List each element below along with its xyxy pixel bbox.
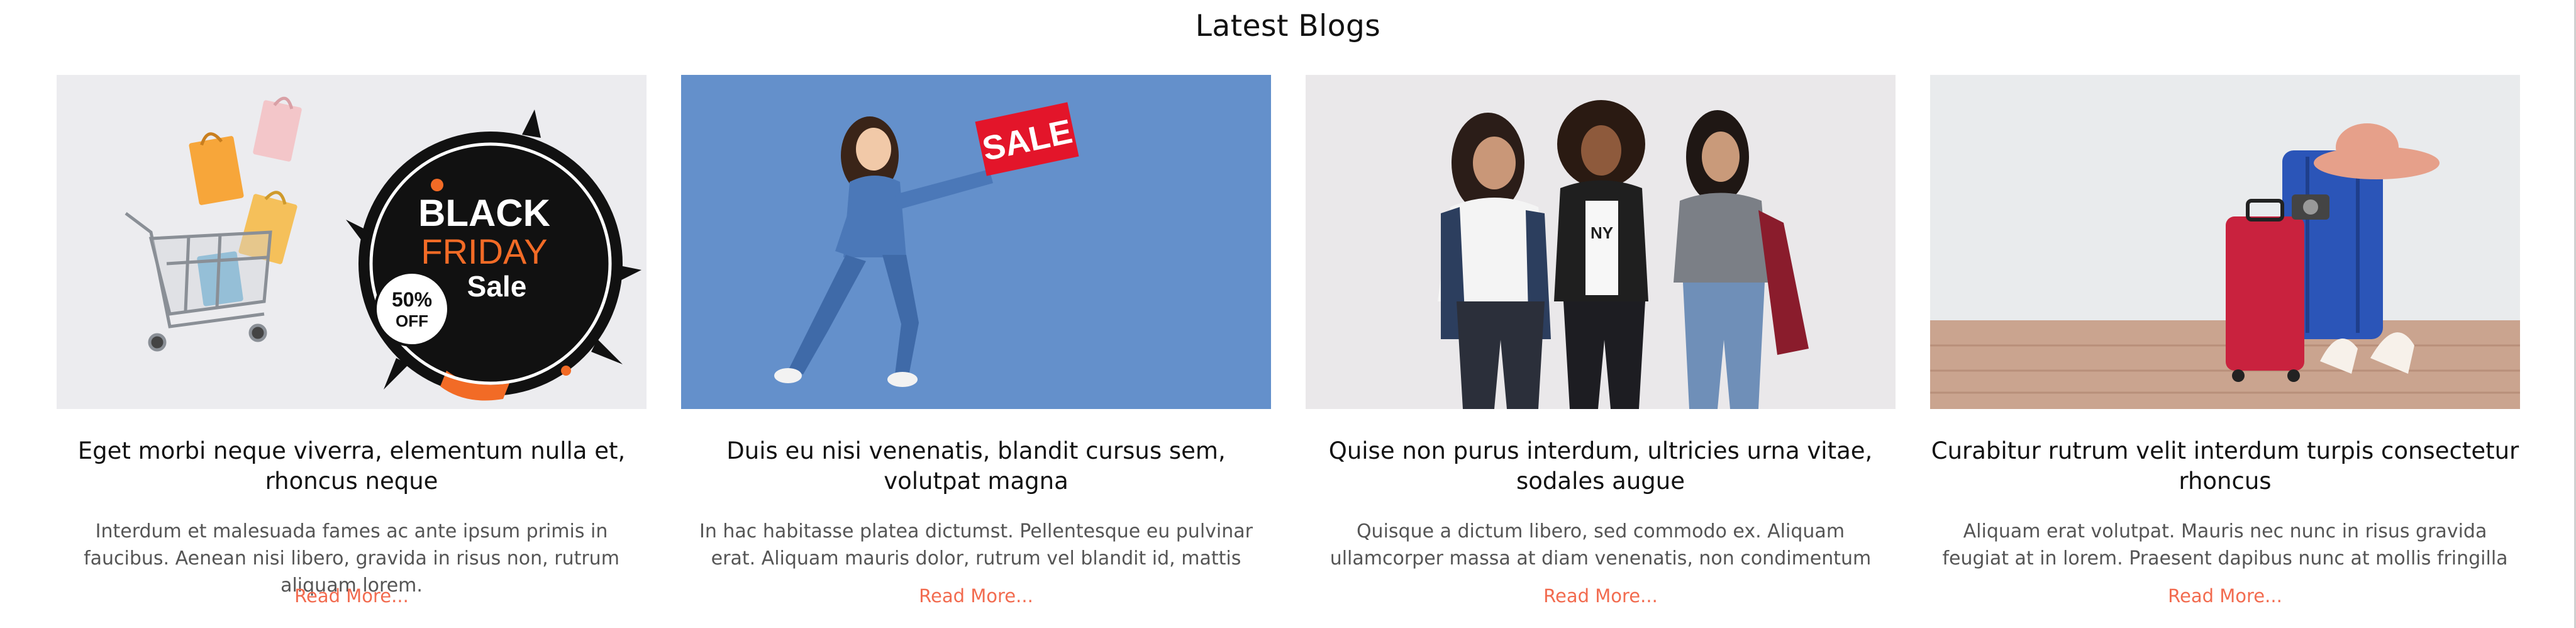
blog-card: BLACK FRIDAY Sale 50% OFF Eget morbi neq… [57,75,647,622]
read-more-link[interactable]: Read More... [681,583,1271,608]
read-more-link[interactable]: Read More... [1306,583,1896,608]
section-title: Latest Blogs [1195,9,1381,43]
read-more-link[interactable]: Read More... [57,583,647,608]
blog-title[interactable]: Quise non purus interdum, ultricies urna… [1306,436,1896,496]
svg-text:BLACK: BLACK [418,192,550,234]
blog-title[interactable]: Curabitur rutrum velit interdum turpis c… [1930,436,2520,496]
blog-section: Latest Blogs BLACK FRIDAY Sale 50% OFF E… [0,0,2576,628]
blog-card: NY Quise non purus interdum, ultricies u… [1306,75,1896,622]
blog-excerpt: Aliquam erat volutpat. Mauris nec nunc i… [1942,520,2508,569]
read-more-link[interactable]: Read More... [1930,583,2520,608]
svg-text:FRIDAY: FRIDAY [421,232,547,271]
blog-excerpt: In hac habitasse platea dictumst. Pellen… [699,520,1253,569]
blog-title[interactable]: Eget morbi neque viverra, elementum null… [57,436,647,496]
blog-thumbnail[interactable] [1930,75,2520,409]
svg-text:Sale: Sale [467,270,527,303]
blog-card: Curabitur rutrum velit interdum turpis c… [1930,75,2520,622]
blog-thumbnail[interactable]: SALE [681,75,1271,409]
blog-card: SALE Duis eu nisi venenatis, blandit cur… [681,75,1271,622]
blog-title[interactable]: Duis eu nisi venenatis, blandit cursus s… [681,436,1271,496]
blog-excerpt: Quisque a dictum libero, sed commodo ex.… [1330,520,1872,569]
svg-text:50%: 50% [392,288,432,311]
blog-thumbnail[interactable]: NY [1306,75,1896,409]
svg-text:OFF: OFF [396,311,428,330]
blog-thumbnail[interactable]: BLACK FRIDAY Sale 50% OFF [57,75,647,409]
svg-text:NY: NY [1591,223,1613,242]
